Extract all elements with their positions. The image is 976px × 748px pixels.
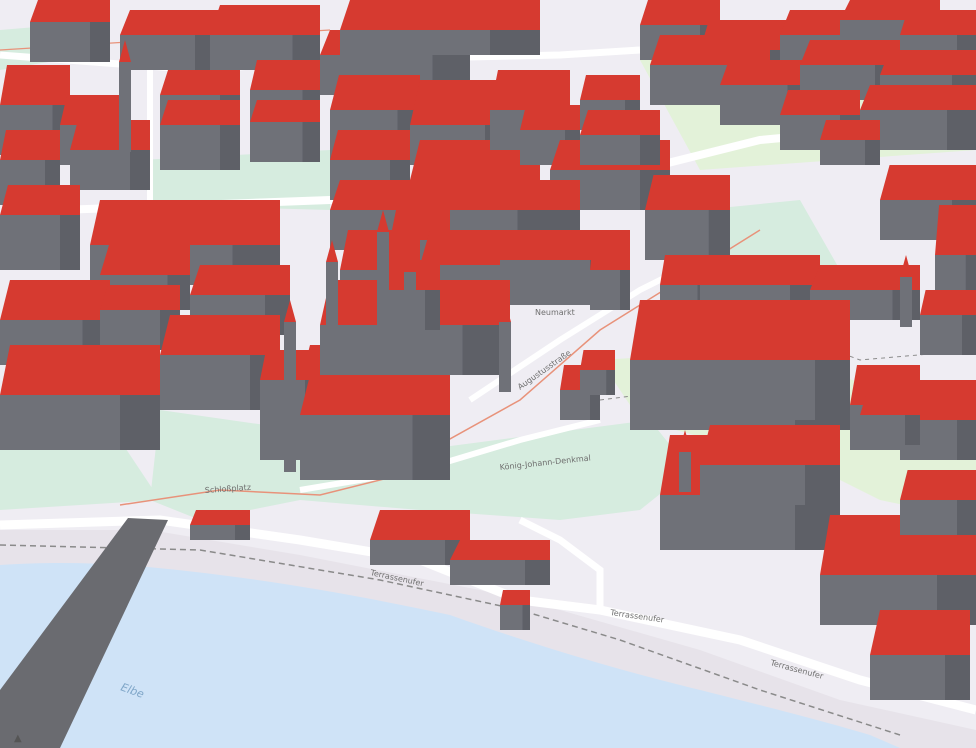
building-roof xyxy=(720,60,810,85)
building-roof xyxy=(330,130,410,160)
building-side xyxy=(620,270,630,310)
building-roof xyxy=(250,100,320,122)
building-side xyxy=(815,360,840,420)
building-side xyxy=(708,210,730,260)
building-roof xyxy=(370,510,470,540)
tower-shaft xyxy=(119,62,131,152)
building-roof xyxy=(935,205,976,255)
tower-shaft xyxy=(377,232,389,352)
building-roof xyxy=(580,350,615,370)
building-side xyxy=(60,215,80,270)
map-view[interactable]: Elbe Terrassenufer Terrassenufer Terrass… xyxy=(0,0,976,748)
building-roof xyxy=(580,75,640,100)
building-roof xyxy=(450,540,550,560)
building-roof xyxy=(860,85,976,110)
tower-shaft xyxy=(499,322,511,392)
building-roof xyxy=(0,65,70,105)
building-roof xyxy=(860,395,920,415)
building-side xyxy=(130,150,150,190)
building-roof xyxy=(590,230,630,270)
building-side xyxy=(235,525,250,540)
building-side xyxy=(412,415,450,480)
building-roof xyxy=(500,590,530,605)
building-side xyxy=(640,135,660,165)
building-side xyxy=(90,22,110,62)
building-side xyxy=(965,255,976,295)
building-roof xyxy=(0,185,80,215)
building-roof xyxy=(160,315,280,355)
building-roof xyxy=(880,50,976,75)
building-side xyxy=(957,500,976,535)
building-side xyxy=(945,655,970,700)
building-roof xyxy=(870,610,970,655)
building-roof xyxy=(820,120,880,140)
building-roof xyxy=(100,285,180,310)
building-roof xyxy=(120,10,220,35)
building-roof xyxy=(740,330,840,360)
building-side xyxy=(522,605,530,630)
building-roof xyxy=(880,165,976,200)
building-side xyxy=(490,30,540,55)
building-roof xyxy=(520,105,580,130)
building-roof xyxy=(330,75,420,110)
tower-shaft xyxy=(679,452,691,492)
building-side xyxy=(220,125,240,170)
building-roof xyxy=(210,5,320,35)
building-roof xyxy=(160,70,240,95)
building-roof xyxy=(700,425,840,465)
building-side xyxy=(957,420,976,460)
building-side xyxy=(805,465,840,505)
map-canvas[interactable]: Elbe Terrassenufer Terrassenufer Terrass… xyxy=(0,0,976,748)
building-roof xyxy=(330,180,580,210)
building-side xyxy=(525,560,550,585)
building-roof xyxy=(580,110,660,135)
building-roof xyxy=(100,245,190,275)
building-roof xyxy=(190,265,290,295)
building-side xyxy=(947,110,976,150)
building-roof xyxy=(490,70,570,110)
building-roof xyxy=(780,90,860,115)
building-roof xyxy=(160,100,240,125)
building-side xyxy=(302,122,320,162)
building-roof xyxy=(900,470,976,500)
building-roof xyxy=(300,375,450,415)
tower-shaft xyxy=(326,262,338,332)
building-side xyxy=(962,315,976,355)
building-side xyxy=(120,395,160,450)
building-roof xyxy=(900,10,976,35)
building-roof xyxy=(640,0,720,25)
building-roof xyxy=(340,0,540,30)
building-side xyxy=(865,140,880,165)
building-roof xyxy=(250,60,320,90)
building-roof xyxy=(0,130,60,160)
tower-shaft xyxy=(900,277,912,327)
building-roof xyxy=(645,175,730,210)
building-side xyxy=(425,290,440,330)
compass-icon[interactable]: ▲ xyxy=(14,734,24,744)
building-roof xyxy=(0,345,160,395)
building-roof xyxy=(90,200,280,245)
building-roof xyxy=(0,280,110,320)
tower-shaft xyxy=(404,272,416,332)
building-roof xyxy=(920,290,976,315)
building-roof xyxy=(190,510,250,525)
building-roof xyxy=(800,40,900,65)
building-roof xyxy=(700,255,820,285)
label-neumarkt: Neumarkt xyxy=(535,308,575,317)
tower-shaft xyxy=(284,322,296,472)
building-roof xyxy=(70,120,150,150)
building-roof xyxy=(30,0,110,22)
building-side xyxy=(905,415,920,445)
building-side xyxy=(606,370,615,395)
